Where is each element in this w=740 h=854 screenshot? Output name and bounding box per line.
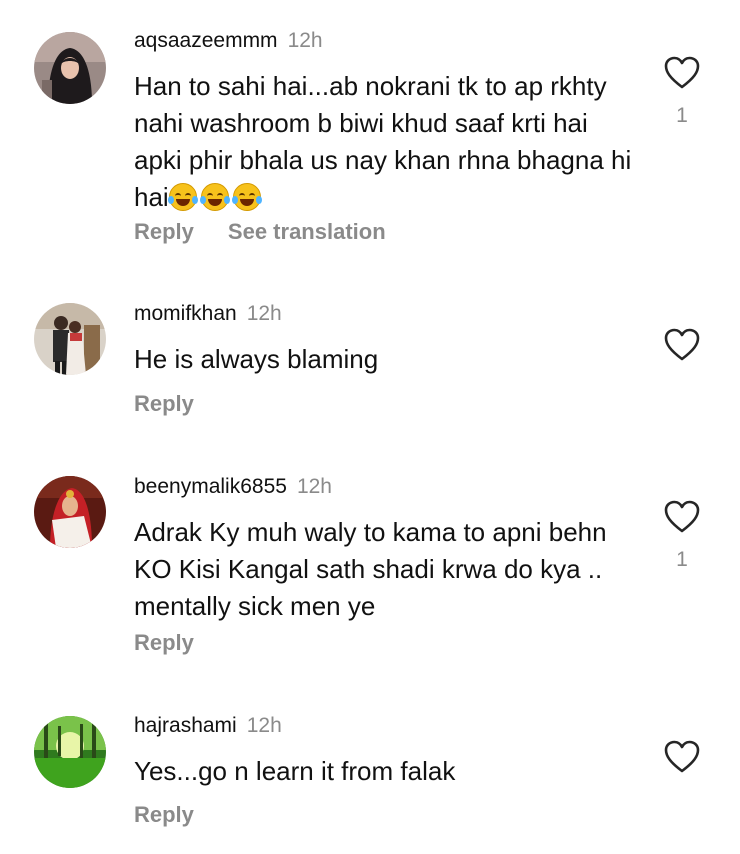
bride-avatar-icon (34, 476, 106, 548)
reply-button[interactable]: Reply (134, 391, 194, 416)
face-with-tears-of-joy-icon (231, 183, 262, 211)
reply-button[interactable]: Reply (134, 630, 194, 655)
heart-outline-icon (664, 740, 700, 773)
heart-outline-icon (664, 328, 700, 361)
face-with-tears-of-joy-icon (199, 183, 230, 211)
username[interactable]: aqsaazeemmm (134, 29, 278, 52)
comment-actions: Reply (134, 629, 194, 657)
face-with-tears-of-joy-icon (167, 183, 198, 211)
reply-button[interactable]: Reply (134, 219, 194, 244)
avatar[interactable] (34, 716, 106, 788)
avatar[interactable] (34, 32, 106, 104)
username[interactable]: hajrashami (134, 714, 237, 737)
comment-body: He is always blaming (134, 344, 379, 374)
forest-avatar-icon (34, 716, 106, 788)
woman-hijab-avatar-icon (34, 32, 106, 104)
comment-text: He is always blaming (134, 341, 634, 378)
comment-body: Adrak Ky muh waly to kama to apni behn K… (134, 517, 607, 621)
comment-actions: Reply (134, 801, 194, 829)
comment-meta: hajrashami 12h (134, 713, 282, 739)
avatar[interactable] (34, 303, 106, 375)
comment-actions: Reply See translation (134, 218, 386, 246)
comment-text: Yes...go n learn it from falak (134, 753, 634, 790)
comment-meta: beenymalik6855 12h (134, 474, 332, 500)
like-count: 1 (676, 104, 688, 127)
like-count: 1 (676, 548, 688, 571)
comment-text: Han to sahi hai...ab nokrani tk to ap rk… (134, 68, 634, 216)
timestamp: 12h (246, 302, 282, 325)
couple-avatar-icon (34, 303, 106, 375)
username[interactable]: momifkhan (134, 302, 237, 325)
comment-text: Adrak Ky muh waly to kama to apni behn K… (134, 514, 634, 625)
comment-actions: Reply (134, 390, 194, 418)
see-translation-button[interactable]: See translation (228, 219, 386, 244)
reply-button[interactable]: Reply (134, 802, 194, 827)
like-button[interactable] (664, 740, 700, 774)
timestamp: 12h (296, 475, 332, 498)
like-button[interactable] (664, 328, 700, 362)
timestamp: 12h (246, 714, 282, 737)
avatar[interactable] (34, 476, 106, 548)
heart-outline-icon (664, 500, 700, 533)
heart-outline-icon (664, 56, 700, 89)
like-button[interactable] (664, 56, 700, 90)
comment-meta: aqsaazeemmm 12h (134, 28, 323, 54)
comment-meta: momifkhan 12h (134, 301, 282, 327)
username[interactable]: beenymalik6855 (134, 475, 287, 498)
timestamp: 12h (287, 29, 323, 52)
like-button[interactable] (664, 500, 700, 534)
comment-body: Yes...go n learn it from falak (134, 756, 456, 786)
